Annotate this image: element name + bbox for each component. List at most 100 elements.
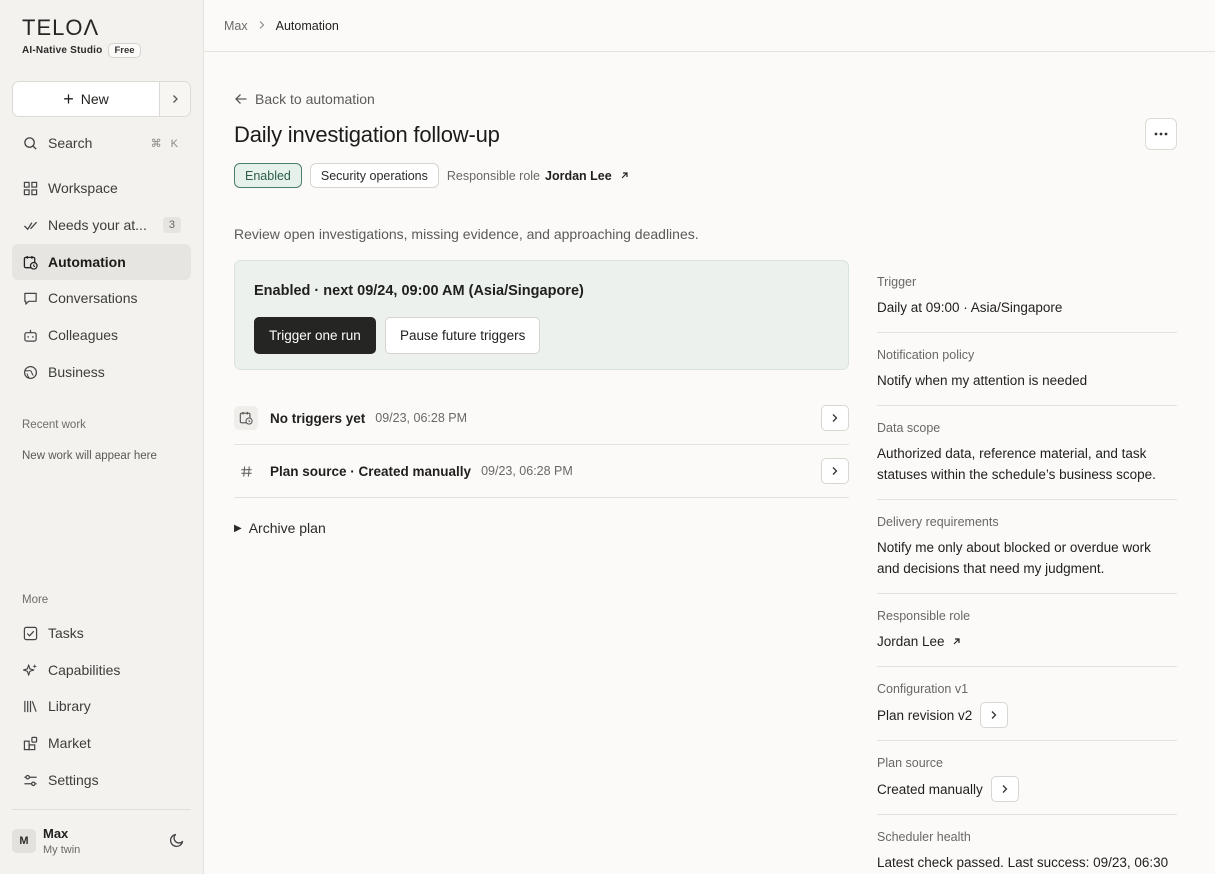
more-options-button[interactable] [1145,118,1177,150]
brand-logo[interactable]: TELOΛ [22,16,141,40]
sidebar-item-market[interactable]: Market [12,725,191,761]
new-button[interactable]: + New [13,82,160,116]
brand-subtitle: AI-Native Studio [22,45,103,56]
trigger-one-run-button[interactable]: Trigger one run [254,317,376,354]
detail-value: Daily at 09:00 · Asia/Singapore [877,300,1063,315]
open-event-button[interactable] [821,458,849,484]
detail-value: Latest check passed. Last success: 09/23… [877,855,1169,870]
brand: TELOΛ AI-Native Studio Free [22,16,141,58]
breadcrumb-current: Automation [275,18,339,33]
back-link[interactable]: Back to automation [234,91,375,107]
event-time: 09/23, 06:28 PM [481,464,573,478]
sidebar-item-label: Automation [48,254,126,270]
sidebar-item-colleagues[interactable]: Colleagues [12,317,191,353]
sidebar: TELOΛ AI-Native Studio Free + New Search… [0,0,204,874]
sidebar-item-label: Tasks [48,625,84,641]
breadcrumb-root[interactable]: Max [224,19,248,33]
detail-value: Jordan Lee [877,634,945,649]
detail-value: Created manually [877,781,983,797]
pause-triggers-button[interactable]: Pause future triggers [385,317,541,354]
sidebar-item-label: Business [48,364,105,380]
event-time: 09/23, 06:28 PM [375,411,468,425]
sidebar-item-automation[interactable]: Automation [12,244,191,280]
sidebar-item-label: Search [48,135,93,151]
check-icon [22,217,38,233]
event-title: Plan source · Created manually [270,463,472,479]
sidebar-item-label: Settings [48,772,99,788]
open-configuration-button[interactable] [980,702,1009,728]
attention-count-badge: 3 [162,217,181,233]
chevron-right-icon [1002,785,1008,793]
open-plan-source-button[interactable] [990,776,1019,802]
sidebar-item-settings[interactable]: Settings [12,762,191,798]
external-link-icon [953,638,960,645]
event-title: No triggers yet [270,410,366,426]
responsible-role-link[interactable]: Responsible role Jordan Lee [447,169,629,183]
detail-label: Configuration v1 [877,682,969,696]
user-profile[interactable]: M Max My twin [12,822,191,860]
schedule-status-card: Enabled · next 09/24, 09:00 AM (Asia/Sin… [234,260,849,370]
sidebar-item-library[interactable]: Library [12,688,191,724]
sidebar-item-tasks[interactable]: Tasks [12,615,191,651]
calendar-clock-icon [22,254,38,270]
detail-label: Responsible role [877,609,971,623]
new-button-group: + New [12,81,191,117]
chevron-right-icon [258,19,266,33]
detail-label: Trigger [877,275,917,289]
sidebar-item-label: Market [48,735,91,751]
detail-scheduler-health: Scheduler health Latest check passed. La… [877,815,1177,874]
page-title: Daily investigation follow-up [234,122,500,147]
category-chip: Security operations [309,163,439,188]
archive-plan-label: Archive plan [248,520,326,536]
external-link-icon [621,172,628,179]
chevron-right-icon [832,467,838,475]
responsible-role-label: Responsible role [446,168,540,183]
globe-icon [22,364,38,380]
sidebar-item-label: Capabilities [48,662,121,678]
sidebar-item-label: Needs your at... [48,217,147,233]
grid-icon [22,180,38,196]
user-name: Max [43,826,69,841]
detail-value: Notify me only about blocked or overdue … [877,540,1151,576]
detail-label: Notification policy [877,348,975,362]
sidebar-item-needs-attention[interactable]: Needs your at... 3 [12,207,191,243]
detail-trigger: Trigger Daily at 09:00 · Asia/Singapore [877,260,1177,333]
plus-icon: + [63,89,74,109]
blocks-icon [22,735,38,751]
sidebar-item-label: Conversations [48,290,138,306]
detail-value: Plan revision v2 [877,707,973,723]
new-expand-button[interactable] [160,82,190,116]
schedule-status-title: Enabled · next 09/24, 09:00 AM (Asia/Sin… [254,283,584,299]
chevron-right-icon [991,711,997,719]
responsible-role-name: Jordan Lee [545,168,612,183]
sliders-icon [22,772,38,788]
sidebar-item-business[interactable]: Business [12,354,191,390]
chevron-right-icon [173,95,178,103]
detail-configuration: Configuration v1 Plan revision v2 [877,667,1177,741]
status-badge: Enabled [234,163,302,188]
sidebar-item-search[interactable]: Search ⌘ K [12,125,191,161]
user-role: My twin [43,844,81,856]
responsible-role-link[interactable]: Jordan Lee [877,631,1177,652]
sidebar-item-capabilities[interactable]: Capabilities [12,652,191,688]
moon-icon[interactable] [169,832,185,853]
plan-badge: Free [108,43,141,58]
detail-label: Plan source [877,756,944,770]
hash-icon [234,459,258,483]
archive-plan-toggle[interactable]: ▶ Archive plan [234,520,326,536]
description: Review open investigations, missing evid… [234,226,699,242]
detail-delivery-requirements: Delivery requirements Notify me only abo… [877,500,1177,594]
bot-icon [22,327,38,343]
search-icon [22,135,38,151]
details-panel: Trigger Daily at 09:00 · Asia/Singapore … [877,260,1177,874]
detail-data-scope: Data scope Authorized data, reference ma… [877,406,1177,500]
sidebar-item-workspace[interactable]: Workspace [12,170,191,206]
detail-plan-source: Plan source Created manually [877,741,1177,815]
sidebar-item-conversations[interactable]: Conversations [12,280,191,316]
open-event-button[interactable] [821,405,849,431]
list-item: Plan source · Created manually 09/23, 06… [234,445,849,498]
back-link-label: Back to automation [255,91,375,107]
library-icon [22,698,38,714]
sidebar-item-label: Library [48,698,91,714]
search-shortcut: ⌘ K [150,137,181,150]
